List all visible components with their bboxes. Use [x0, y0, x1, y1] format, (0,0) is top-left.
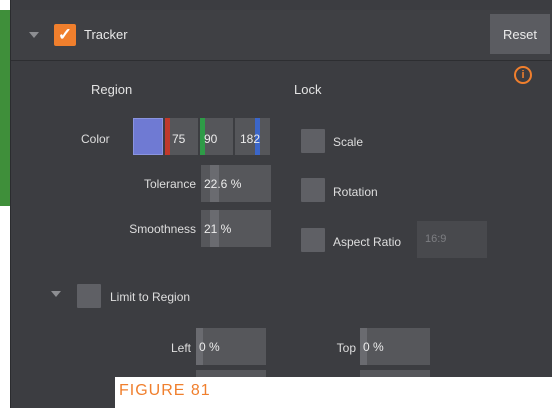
tolerance-value: 22.6 %: [204, 177, 242, 191]
rotation-label: Rotation: [333, 185, 378, 199]
reset-button[interactable]: Reset: [490, 14, 550, 54]
left-label: Left: [170, 341, 191, 355]
red-channel-field[interactable]: 75: [165, 118, 198, 155]
scale-checkbox[interactable]: [301, 129, 325, 153]
red-channel-value: 75: [172, 132, 186, 146]
lock-heading: Lock: [294, 82, 322, 97]
limit-to-region-checkbox[interactable]: [77, 284, 101, 308]
region-heading: Region: [91, 82, 133, 97]
top-label: Top: [336, 341, 356, 355]
red-channel-indicator: [165, 118, 170, 155]
info-icon[interactable]: i: [514, 66, 532, 84]
figure-caption: FIGURE 81: [115, 377, 558, 408]
tracker-panel: ✓ Tracker Reset i Region Color 75 90 182…: [10, 0, 552, 408]
smoothness-field[interactable]: 21 %: [201, 210, 271, 247]
background-green-strip: [0, 10, 10, 206]
scale-label: Scale: [333, 135, 364, 149]
green-channel-field[interactable]: 90: [200, 118, 233, 155]
green-channel-value: 90: [204, 132, 218, 146]
tolerance-field[interactable]: 22.6 %: [201, 165, 271, 202]
panel-header: ✓ Tracker Reset: [11, 10, 552, 61]
blue-channel-value: 182: [240, 132, 261, 146]
aspect-ratio-field: 16:9: [417, 221, 487, 258]
top-value: 0 %: [363, 340, 384, 354]
left-value: 0 %: [199, 340, 220, 354]
collapse-arrow-icon[interactable]: [29, 32, 39, 38]
checkmark-icon: ✓: [57, 25, 73, 44]
color-swatch[interactable]: [133, 118, 163, 155]
blue-channel-field[interactable]: 182: [235, 118, 270, 155]
rotation-checkbox[interactable]: [301, 178, 325, 202]
limit-collapse-arrow-icon[interactable]: [51, 291, 61, 297]
panel-title: Tracker: [84, 27, 128, 42]
aspect-ratio-checkbox[interactable]: [301, 228, 325, 252]
left-field[interactable]: 0 %: [196, 328, 266, 365]
aspect-ratio-label: Aspect Ratio: [333, 235, 402, 249]
color-label: Color: [81, 132, 110, 146]
tolerance-label: Tolerance: [143, 177, 196, 191]
smoothness-label: Smoothness: [129, 222, 196, 236]
smoothness-value: 21 %: [204, 222, 232, 236]
tracker-enable-checkbox[interactable]: ✓: [54, 24, 76, 46]
limit-to-region-label: Limit to Region: [110, 290, 191, 304]
top-field[interactable]: 0 %: [360, 328, 430, 365]
